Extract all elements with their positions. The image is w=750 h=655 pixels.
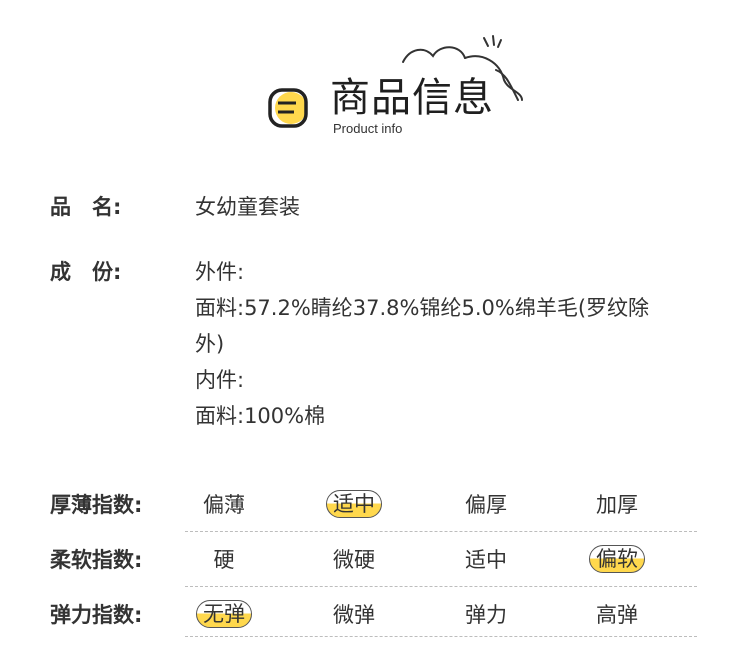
composition-value: 外件: 面料:57.2%睛纶37.8%锦纶5.0%绵羊毛(罗纹除 外) 内件: … (195, 254, 715, 434)
section-header: 商品信息 Product info (0, 0, 750, 150)
rating-option: 偏薄 (203, 493, 245, 517)
composition-label: 成 份: (50, 260, 122, 284)
composition-line: 内件: (195, 368, 245, 392)
rating-option-selected: 偏软 (577, 545, 657, 581)
rating-option: 偏厚 (465, 493, 507, 517)
composition-line: 面料:100%棉 (195, 404, 326, 428)
rating-option: 高弹 (596, 603, 638, 627)
rating-option-selected: 无弹 (184, 600, 264, 636)
composition-line: 面料:57.2%睛纶37.8%锦纶5.0%绵羊毛(罗纹除 (195, 296, 650, 320)
rating-label: 厚薄指数: (50, 493, 143, 517)
page-title: 商品信息 (330, 75, 494, 121)
rating-option: 硬 (213, 548, 235, 572)
rating-option: 微硬 (333, 548, 375, 572)
rating-option: 加厚 (596, 493, 638, 517)
page-subtitle: Product info (333, 121, 403, 136)
rating-option: 适中 (465, 548, 507, 572)
sparkle-icon (483, 35, 502, 48)
rating-option-selected: 适中 (314, 490, 394, 526)
rating-row-softness: 柔软指数: 硬 微硬 适中 偏软 (0, 545, 750, 600)
divider (185, 636, 697, 637)
rating-label: 柔软指数: (50, 548, 143, 572)
divider (185, 531, 697, 532)
document-icon (268, 88, 308, 128)
rating-row-elasticity: 弹力指数: 无弹 微弹 弹力 高弹 (0, 600, 750, 655)
rating-option: 微弹 (333, 603, 375, 627)
product-name-value: 女幼童套装 (195, 195, 300, 219)
rating-row-thickness: 厚薄指数: 偏薄 适中 偏厚 加厚 (0, 490, 750, 545)
composition-line: 外件: (195, 260, 245, 284)
rating-label: 弹力指数: (50, 603, 143, 627)
rating-option: 弹力 (465, 603, 507, 627)
composition-line: 外) (195, 332, 225, 356)
divider (185, 586, 697, 587)
product-name-label: 品 名: (50, 195, 122, 219)
